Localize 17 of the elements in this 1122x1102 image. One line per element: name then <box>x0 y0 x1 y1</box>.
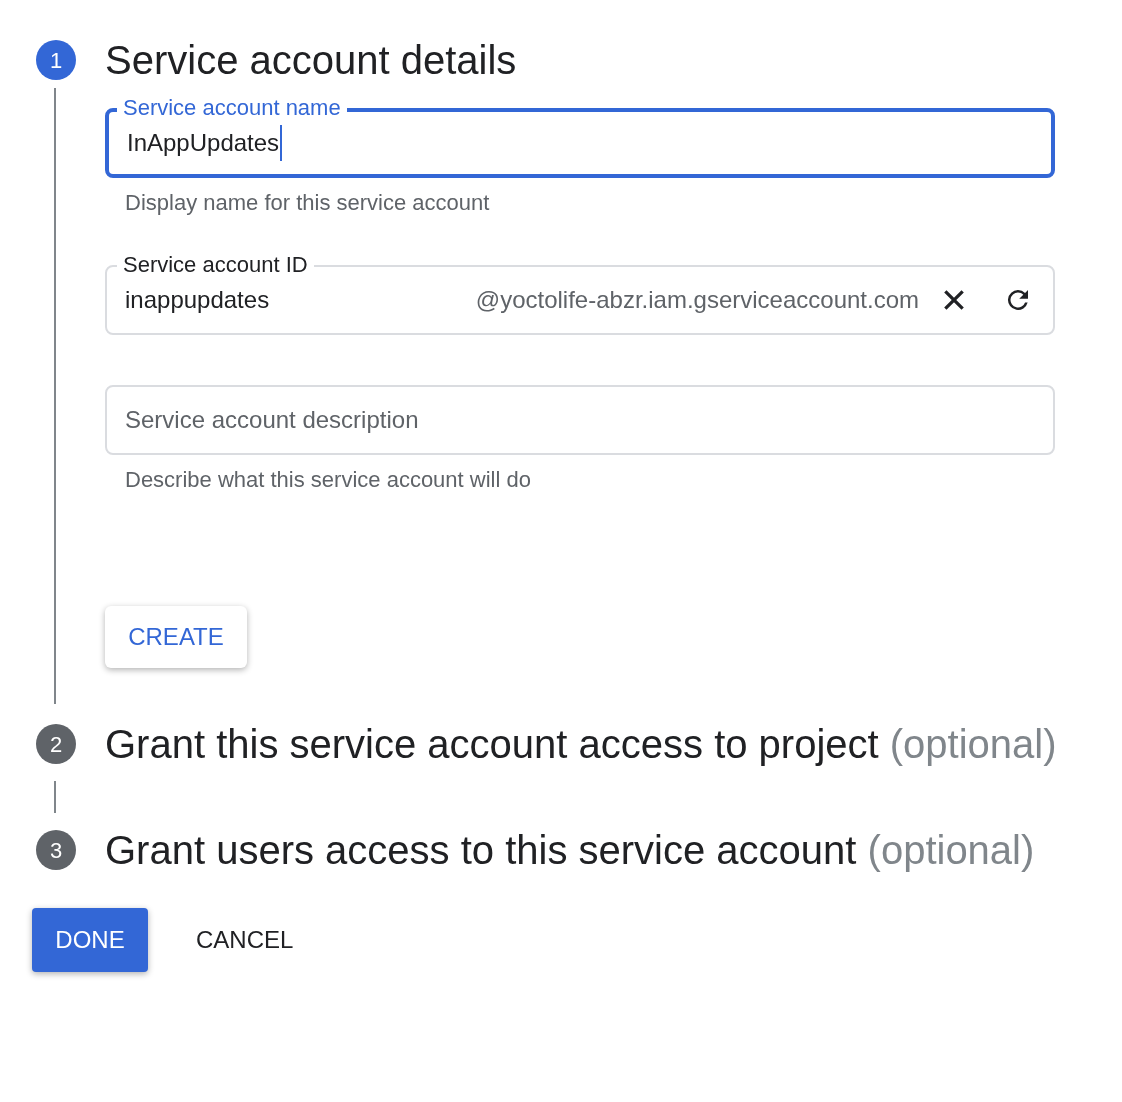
create-button[interactable]: CREATE <box>105 606 247 668</box>
step-title: Grant users access to this service account (optional) <box>105 827 1036 874</box>
field-value: inappupdates <box>125 285 270 315</box>
step-number: 3 <box>36 830 76 870</box>
step-number: 2 <box>36 724 76 764</box>
close-icon[interactable] <box>941 287 967 313</box>
helper-text: Describe what this service account will do <box>124 466 532 494</box>
step-title: Service account details <box>105 37 518 84</box>
step-number: 1 <box>36 40 76 80</box>
placeholder-text: Service account description <box>125 405 419 435</box>
step-title: Grant this service account access to project (optional) <box>105 721 1058 768</box>
helper-text: Display name for this service account <box>124 189 491 217</box>
cancel-button[interactable]: CANCEL <box>172 908 318 972</box>
text-field[interactable]: Service account description <box>105 385 1055 455</box>
field-value: InAppUpdates <box>127 125 283 161</box>
domain-suffix: @yoctolife-abzr.iam.gserviceaccount.com <box>475 285 919 315</box>
done-button[interactable]: DONE <box>32 908 148 972</box>
